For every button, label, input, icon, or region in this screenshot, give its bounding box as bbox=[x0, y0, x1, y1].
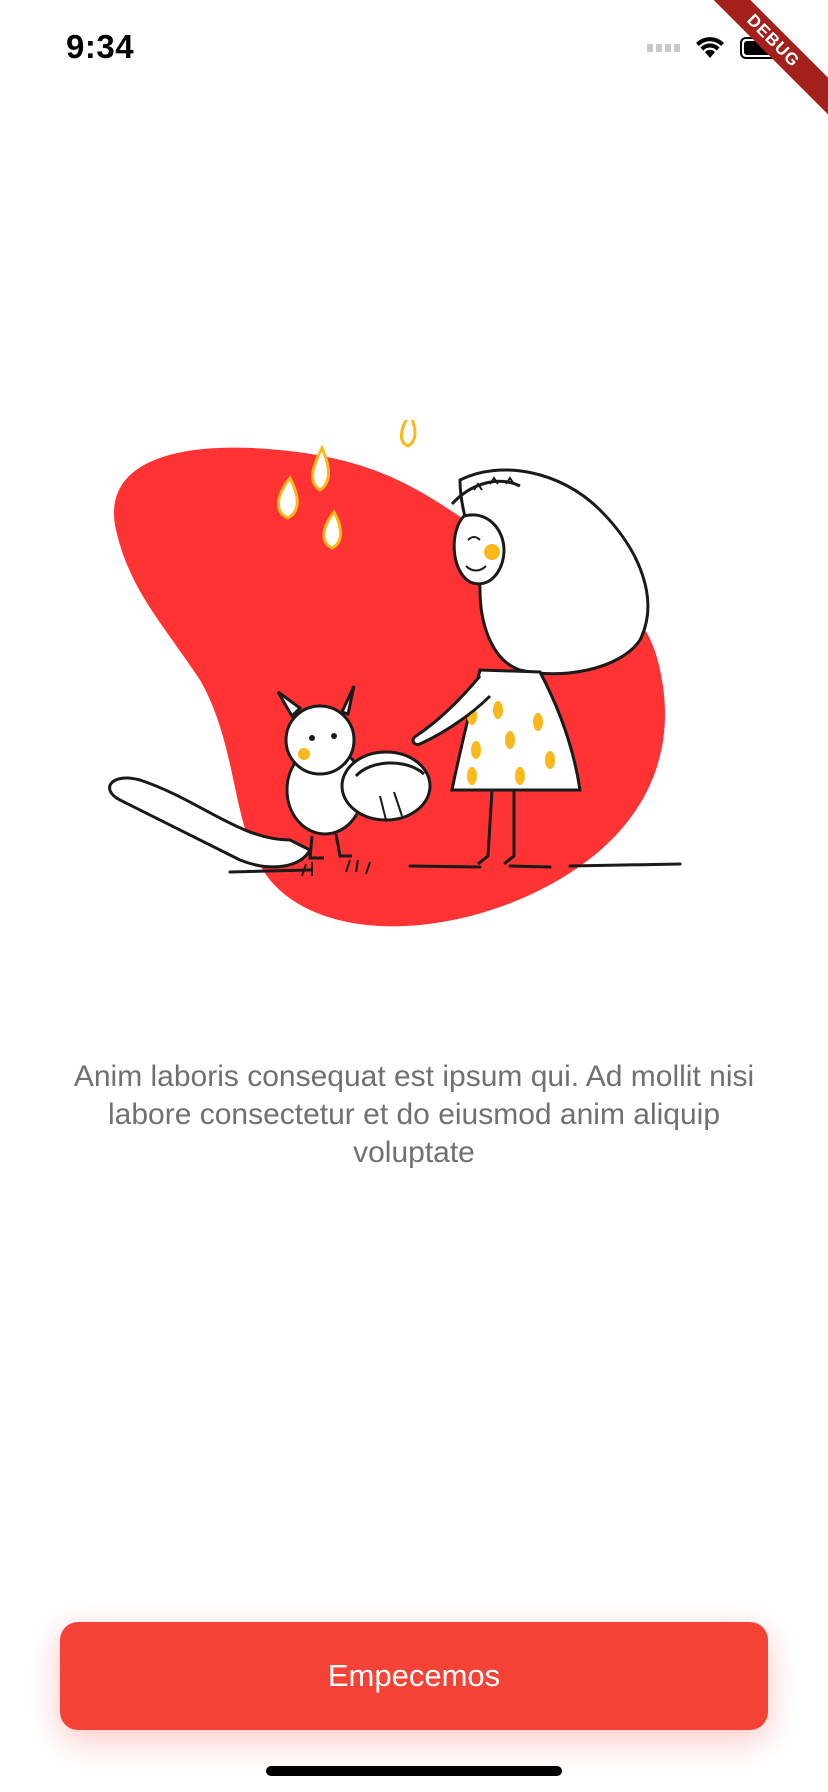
girl-and-squirrel-illustration bbox=[108, 420, 682, 927]
yellow-drop-icon bbox=[311, 444, 330, 492]
onboarding-description: Anim laboris consequat est ipsum qui. Ad… bbox=[73, 1060, 755, 1169]
home-indicator[interactable] bbox=[266, 1766, 562, 1776]
debug-banner: DEBUG bbox=[698, 0, 828, 130]
squirrel-head bbox=[284, 704, 356, 776]
debug-banner-label: DEBUG bbox=[698, 0, 828, 118]
status-time: 9:34 bbox=[66, 28, 135, 65]
yellow-drop-icon bbox=[400, 420, 417, 448]
start-button[interactable]: Empecemos bbox=[60, 1622, 768, 1730]
signal-icon bbox=[647, 44, 680, 52]
